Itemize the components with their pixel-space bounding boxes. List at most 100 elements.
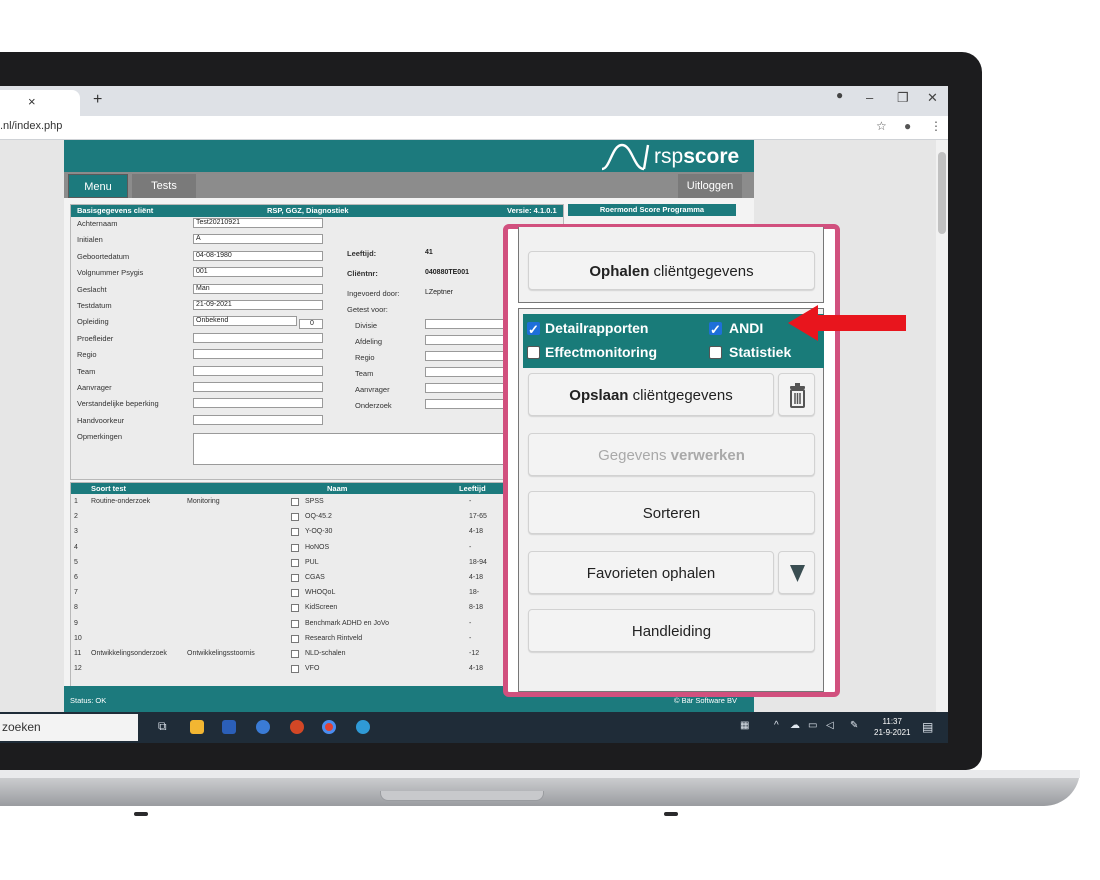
file-explorer-icon[interactable] [190, 720, 204, 734]
test-checkbox[interactable] [291, 604, 299, 613]
department-field[interactable] [425, 335, 513, 345]
tests-button[interactable]: Tests [132, 174, 196, 198]
division-field[interactable] [425, 319, 513, 329]
effectmonitoring-checkbox[interactable] [527, 346, 540, 359]
field-input[interactable] [193, 365, 323, 376]
process-bold: verwerken [670, 447, 745, 464]
page-scrollbar[interactable] [936, 140, 948, 712]
onedrive-icon[interactable]: ☁ [790, 720, 800, 731]
test-row[interactable]: 11 Ontwikkelingsonderzoek Ontwikkelingssto… [71, 648, 563, 662]
field-input[interactable] [193, 382, 323, 392]
profile-circle-icon[interactable]: ● [836, 88, 843, 102]
fetch-client-button[interactable]: Ophalen cliëntgegevens [528, 251, 815, 290]
test-row[interactable]: 10 Research Rintveld - [71, 633, 563, 647]
field-input[interactable]: 001 [193, 267, 323, 278]
test-checkbox[interactable] [291, 528, 299, 537]
test-checkbox[interactable] [291, 543, 299, 552]
taskbar-clock[interactable]: 11:37 21-9-2021 [874, 716, 910, 738]
test-row[interactable]: 9 Benchmark ADHD en JoVo - [71, 618, 563, 632]
copyright-link[interactable]: © Bär Software BV [674, 696, 737, 705]
taskbar-search[interactable]: zoeken [0, 714, 138, 741]
url-text[interactable]: .nl/index.php [0, 120, 62, 132]
test-checkbox[interactable] [291, 498, 299, 506]
chrome-icon[interactable] [322, 720, 336, 734]
row-age: 4-18 [469, 528, 484, 536]
test-row[interactable]: 12 VFO 4-18 [71, 663, 563, 677]
andi-checkbox[interactable]: ✓ [709, 322, 722, 336]
test-row[interactable]: 4 HoNOS - [71, 542, 563, 556]
manual-button[interactable]: Handleiding [528, 609, 815, 652]
test-row[interactable]: 8 KidScreen 8-18 [71, 602, 563, 616]
address-bar[interactable]: .nl/index.php ☆ ● ⋮ [0, 116, 948, 140]
field-input[interactable]: 21-09-2021 [193, 300, 323, 310]
delete-client-button[interactable] [778, 373, 815, 416]
sort-button[interactable]: Sorteren [528, 491, 815, 534]
test-checkbox[interactable] [291, 513, 299, 522]
test-row[interactable]: 2 OQ-45.2 17-65 [71, 511, 563, 525]
close-window-icon[interactable]: ✕ [927, 90, 938, 106]
field-input[interactable]: Test20210921 [193, 218, 323, 228]
notification-icon[interactable]: ▤ [922, 720, 933, 734]
test-checkbox[interactable] [291, 589, 299, 598]
tray-chevron-icon[interactable]: ^ [774, 720, 779, 731]
account-icon[interactable]: ● [904, 119, 911, 133]
test-checkbox[interactable] [291, 574, 299, 582]
team-field[interactable] [425, 367, 513, 377]
process-data-button[interactable]: Gegevens verwerken [528, 433, 815, 476]
test-checkbox[interactable] [291, 634, 299, 643]
task-view-icon[interactable]: ⧉ [158, 719, 167, 734]
new-tab-icon[interactable]: + [93, 91, 102, 109]
field-input[interactable]: 04-08-1980 [193, 250, 323, 261]
region-field[interactable] [425, 351, 513, 361]
volume-icon[interactable]: ◁ [826, 720, 834, 731]
restore-icon[interactable]: ❐ [897, 90, 909, 106]
field-input[interactable] [193, 414, 323, 425]
keyboard-icon[interactable]: ▦ [740, 720, 749, 731]
field-input[interactable]: Man [193, 283, 323, 294]
research-field[interactable] [425, 399, 513, 409]
detailrapporten-label[interactable]: Detailrapporten [545, 320, 648, 336]
minimize-icon[interactable]: – [866, 90, 873, 105]
opleiding-code[interactable]: 0 [299, 319, 323, 329]
statistiek-label[interactable]: Statistiek [729, 344, 791, 360]
effectmonitoring-label[interactable]: Effectmonitoring [545, 344, 657, 360]
field-input[interactable] [193, 398, 323, 409]
remarks-field[interactable] [193, 433, 553, 465]
field-input[interactable] [193, 332, 323, 343]
test-row[interactable]: 5 PUL 18-94 [71, 557, 563, 571]
field-input[interactable]: A [193, 234, 323, 245]
bookmark-star-icon[interactable]: ☆ [876, 119, 887, 133]
test-checkbox[interactable] [291, 558, 299, 567]
test-checkbox[interactable] [291, 650, 299, 658]
menu-button[interactable]: Menu [68, 174, 128, 198]
tab-close-icon[interactable]: × [28, 94, 36, 109]
test-checkbox[interactable] [291, 619, 299, 628]
test-row[interactable]: 7 WHOQoL 18- [71, 587, 563, 601]
battery-icon[interactable]: ▭ [808, 720, 817, 731]
fetch-favorites-button[interactable]: Favorieten ophalen [528, 551, 774, 594]
team-label: Team [355, 369, 374, 378]
pen-icon[interactable]: ✎ [850, 720, 858, 731]
requester-field[interactable] [425, 383, 513, 393]
test-row[interactable]: 1 Routine-onderzoek Monitoring SPSS - [71, 496, 563, 510]
field-input[interactable] [193, 349, 323, 360]
test-row[interactable]: 6 CGAS 4-18 [71, 572, 563, 586]
andi-label[interactable]: ANDI [729, 320, 763, 336]
logout-button[interactable]: Uitloggen [678, 174, 742, 198]
test-checkbox[interactable] [291, 665, 299, 674]
test-row[interactable]: 3 Y-OQ-30 4-18 [71, 526, 563, 540]
department-label: Afdeling [355, 337, 383, 346]
row-number: 12 [74, 665, 82, 673]
more-menu-icon[interactable]: ⋮ [930, 119, 942, 133]
favorites-dropdown-button[interactable] [778, 551, 815, 594]
app-icon[interactable] [256, 720, 270, 734]
word-icon[interactable] [222, 720, 236, 734]
field-input[interactable]: Onbekend [193, 316, 297, 327]
scroll-thumb[interactable] [938, 152, 946, 234]
powerpoint-icon[interactable] [290, 720, 304, 734]
browser-tab[interactable]: × [0, 90, 80, 116]
statistiek-checkbox[interactable] [709, 346, 722, 359]
edge-icon[interactable] [356, 720, 370, 734]
save-client-button[interactable]: Opslaan cliëntgegevens [528, 373, 774, 416]
detailrapporten-checkbox[interactable]: ✓ [527, 322, 540, 336]
